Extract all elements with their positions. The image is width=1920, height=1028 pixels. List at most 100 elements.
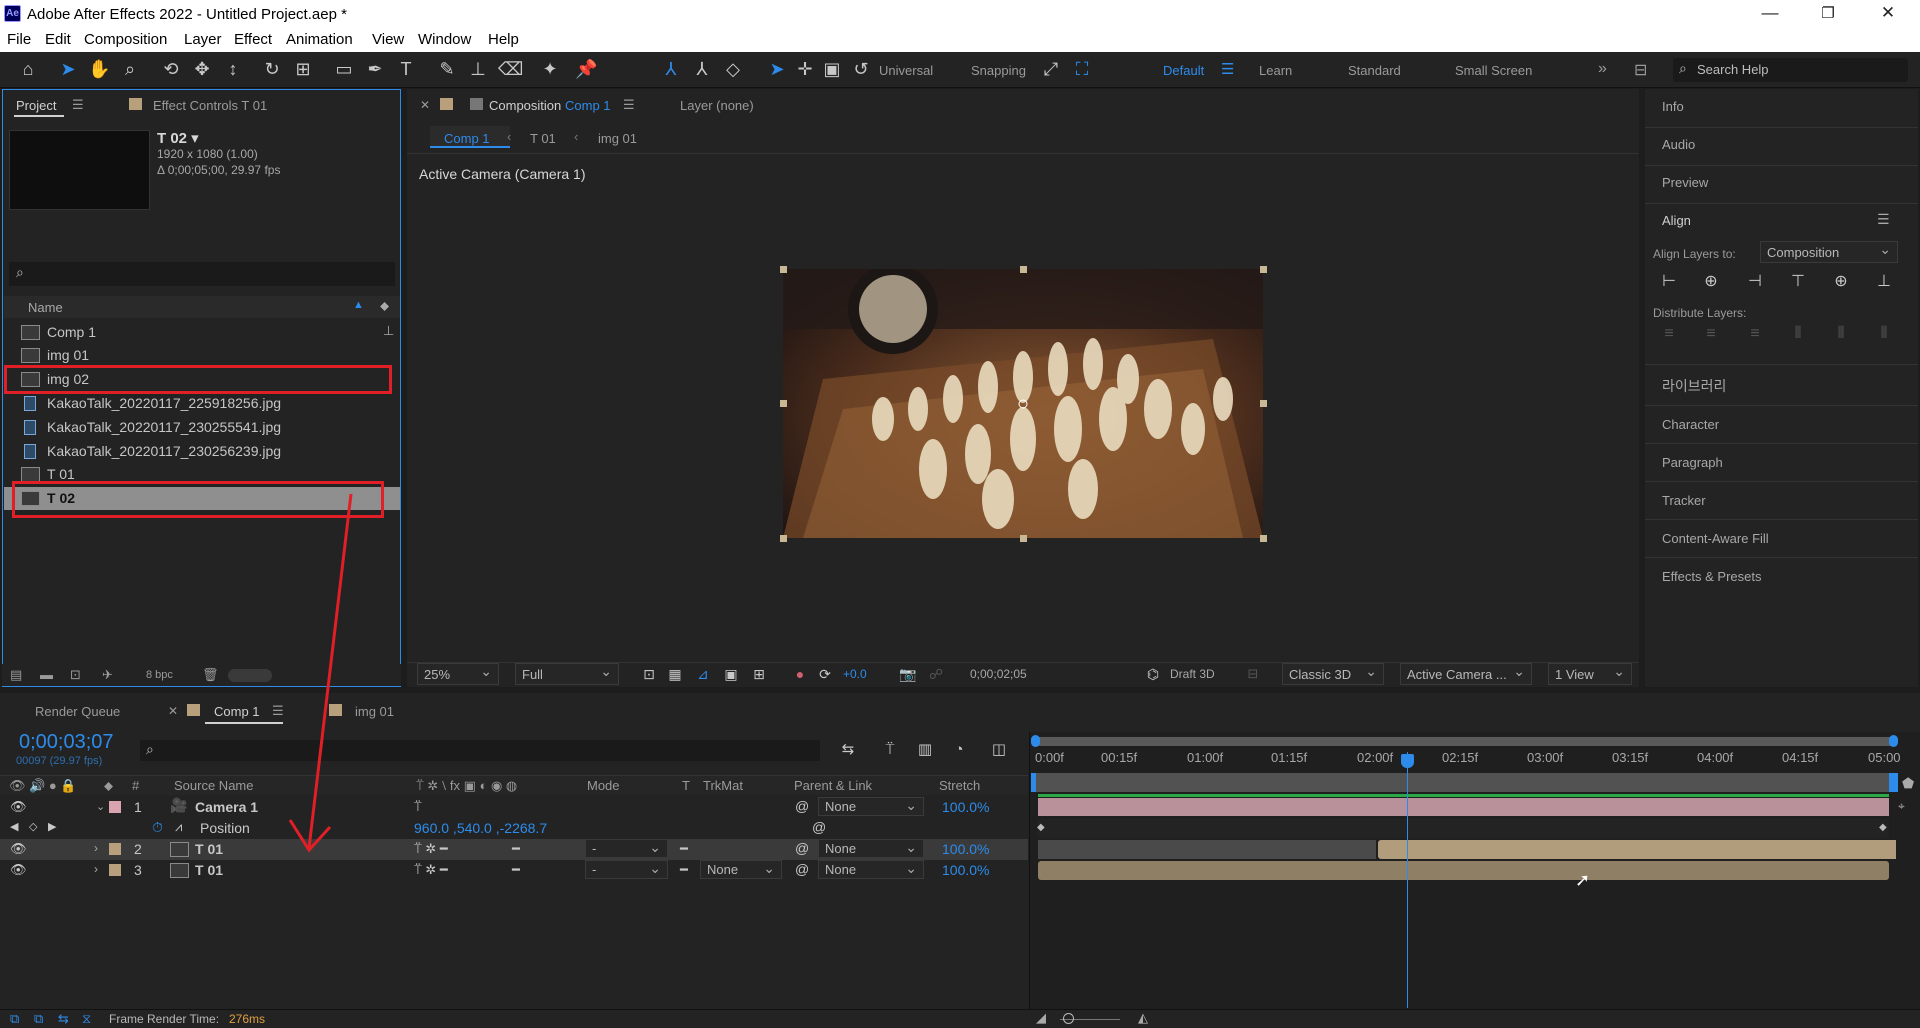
color-channels-icon[interactable]: ● bbox=[789, 663, 811, 685]
align-right-icon[interactable]: ⊣ bbox=[1744, 271, 1766, 293]
tab-composition-comp[interactable]: Comp 1 bbox=[565, 98, 611, 113]
col-source-name[interactable]: Source Name bbox=[174, 778, 253, 793]
panel-info[interactable]: Info bbox=[1662, 99, 1684, 114]
column-name-label[interactable]: Name bbox=[28, 300, 63, 315]
layer2-bar[interactable] bbox=[1378, 840, 1896, 859]
selection-tool-icon[interactable]: ➤ bbox=[57, 58, 79, 80]
time-navigator-end[interactable] bbox=[1889, 773, 1898, 792]
layer-marker-icon[interactable]: ⌖ bbox=[1898, 799, 1905, 814]
view-axis-icon[interactable]: ◇ bbox=[722, 58, 744, 80]
gizmo-position-icon[interactable]: ✛ bbox=[794, 58, 816, 80]
tab-render-queue[interactable]: Render Queue bbox=[35, 704, 120, 719]
delete-icon[interactable]: 🗑 bbox=[202, 667, 219, 683]
layer-name[interactable]: T 01 bbox=[195, 841, 223, 857]
type-tool-icon[interactable]: T bbox=[395, 58, 417, 80]
label-color-swatch[interactable] bbox=[109, 801, 121, 813]
new-composition-icon[interactable]: ⊡ bbox=[70, 667, 81, 683]
layer-name[interactable]: T 01 bbox=[195, 862, 223, 878]
parent-dropdown[interactable]: None bbox=[818, 860, 924, 879]
camera-layer-bar[interactable] bbox=[1038, 798, 1889, 816]
trkmat-dropdown[interactable]: None bbox=[700, 860, 782, 879]
menu-view[interactable]: View bbox=[372, 31, 404, 48]
draft-3d-icon[interactable]: ⌬ bbox=[1142, 663, 1164, 685]
minimize-icon[interactable]: — bbox=[1750, 3, 1790, 23]
pen-tool-icon[interactable]: ✒ bbox=[364, 58, 386, 80]
transform-handle[interactable] bbox=[780, 266, 787, 273]
transparency-grid-icon[interactable]: ▦ bbox=[664, 663, 686, 685]
panel-align-title[interactable]: Align bbox=[1662, 213, 1691, 228]
layer-row-camera[interactable]: 👁 ⌄ 1 🎥 Camera 1 ⍡ @ None 100.0% bbox=[0, 797, 1028, 818]
reset-exposure-icon[interactable]: ⟳ bbox=[814, 663, 836, 685]
visibility-eye-icon[interactable]: 👁 bbox=[10, 841, 27, 857]
distribute-left-icon[interactable]: ⦀ bbox=[1787, 325, 1809, 347]
project-item-img01[interactable]: img 01 bbox=[4, 344, 400, 367]
expand-chevron-icon[interactable]: ⌄ bbox=[96, 800, 105, 813]
local-axis-icon[interactable]: ⅄ bbox=[660, 58, 682, 80]
mode-dropdown[interactable]: - bbox=[585, 860, 668, 879]
panel-preview[interactable]: Preview bbox=[1662, 175, 1708, 190]
zoom-dropdown[interactable]: 25% bbox=[417, 663, 499, 685]
transform-handle[interactable] bbox=[1260, 266, 1267, 273]
dolly-camera-icon[interactable]: ↕ bbox=[222, 58, 244, 80]
bpc-label[interactable]: 8 bpc bbox=[146, 669, 173, 681]
zoom-out-icon[interactable]: ◢ bbox=[1036, 1010, 1046, 1026]
rotation-tool-icon[interactable]: ↻ bbox=[261, 58, 283, 80]
layer-row-t01-2[interactable]: 👁 › 2 T 01 ⍡ ✲ ━ ━ - ━ @ None 100.0% bbox=[0, 839, 1028, 860]
stretch-value[interactable]: 100.0% bbox=[942, 841, 989, 857]
breadcrumb-img01[interactable]: img 01 bbox=[598, 131, 637, 146]
distribute-bottom-icon[interactable]: ≡ bbox=[1744, 325, 1766, 347]
project-item-comp1[interactable]: Comp 1 ⊥ bbox=[4, 321, 400, 344]
add-keyframe-icon[interactable]: ◇ bbox=[29, 820, 37, 833]
search-help-box[interactable]: ⌕ Search Help bbox=[1673, 58, 1908, 82]
col-mode[interactable]: Mode bbox=[587, 778, 620, 793]
workspace-learn[interactable]: Learn bbox=[1259, 63, 1292, 78]
col-trkmat[interactable]: TrkMat bbox=[703, 778, 743, 793]
expand-chevron-icon[interactable]: › bbox=[94, 862, 98, 876]
show-snapshot-icon[interactable]: ☍ bbox=[925, 663, 947, 685]
label-color-swatch[interactable] bbox=[109, 843, 121, 855]
camera-dropdown[interactable]: Active Camera ... bbox=[1400, 663, 1532, 685]
visibility-eye-icon[interactable]: 👁 bbox=[10, 862, 27, 878]
new-folder-icon[interactable]: ▬ bbox=[40, 667, 53, 682]
align-left-icon[interactable]: ⊢ bbox=[1658, 271, 1680, 293]
workspace-standard[interactable]: Standard bbox=[1348, 63, 1401, 78]
views-dropdown[interactable]: 1 View bbox=[1548, 663, 1632, 685]
distribute-right-icon[interactable]: ⦀ bbox=[1873, 325, 1895, 347]
stretch-value[interactable]: 100.0% bbox=[942, 799, 989, 815]
puppet-pin-icon[interactable]: 📌 bbox=[575, 58, 597, 80]
project-item-kakaotalk-2[interactable]: KakaoTalk_20220117_230255541.jpg bbox=[4, 416, 400, 439]
workspace-menu-icon[interactable]: ☰ bbox=[1221, 60, 1234, 78]
interpret-footage-icon[interactable]: ▤ bbox=[10, 667, 22, 683]
tab-timeline-comp1[interactable]: Comp 1 bbox=[214, 704, 260, 719]
renderer-dropdown[interactable]: Classic 3D bbox=[1282, 663, 1384, 685]
distribute-top-icon[interactable]: ≡ bbox=[1658, 325, 1680, 347]
workspace-default[interactable]: Default bbox=[1163, 63, 1204, 78]
transform-handle[interactable] bbox=[1020, 266, 1027, 273]
menu-animation[interactable]: Animation bbox=[286, 31, 353, 48]
project-search-input[interactable]: ⌕ bbox=[9, 262, 395, 286]
keyframe-start-icon[interactable]: ◆ bbox=[1037, 822, 1045, 833]
panel-content-aware-fill[interactable]: Content-Aware Fill bbox=[1662, 531, 1769, 546]
pickwhip-icon[interactable]: @ bbox=[795, 861, 809, 877]
playhead-line[interactable] bbox=[1407, 752, 1408, 1008]
project-item-kakaotalk-1[interactable]: KakaoTalk_20220117_225918256.jpg bbox=[4, 392, 400, 415]
zoom-tool-icon[interactable]: ⌕ bbox=[119, 58, 141, 80]
zoom-in-icon[interactable]: ◭ bbox=[1138, 1010, 1148, 1026]
layer-switches-icons[interactable]: ⍡ ✲ ━ bbox=[414, 862, 448, 878]
comp-marker-bin-icon[interactable]: ⬟ bbox=[1902, 775, 1914, 792]
pickwhip-icon[interactable]: @ bbox=[812, 819, 826, 835]
align-layers-to-dropdown[interactable]: Composition bbox=[1760, 241, 1898, 263]
menu-composition[interactable]: Composition bbox=[84, 31, 167, 48]
preserve-transparency-icon[interactable]: ━ bbox=[680, 862, 688, 878]
close-icon[interactable]: ✕ bbox=[1868, 3, 1908, 23]
tab-timeline-img01[interactable]: img 01 bbox=[355, 704, 394, 719]
breadcrumb-t01[interactable]: T 01 bbox=[530, 131, 556, 146]
timeline-current-time[interactable]: 0;00;03;07 bbox=[19, 731, 114, 754]
gizmo-move-icon[interactable]: ➤ bbox=[766, 58, 788, 80]
pan-camera-icon[interactable]: ✥ bbox=[191, 58, 213, 80]
preserve-transparency-icon[interactable]: ━ bbox=[680, 841, 688, 857]
work-area-start-handle[interactable] bbox=[1031, 735, 1040, 747]
workspace-small-screen[interactable]: Small Screen bbox=[1455, 63, 1532, 78]
composition-mini-flowchart-icon[interactable]: ⇆ bbox=[837, 739, 859, 761]
grid-options-icon[interactable]: ⊞ bbox=[748, 663, 770, 685]
